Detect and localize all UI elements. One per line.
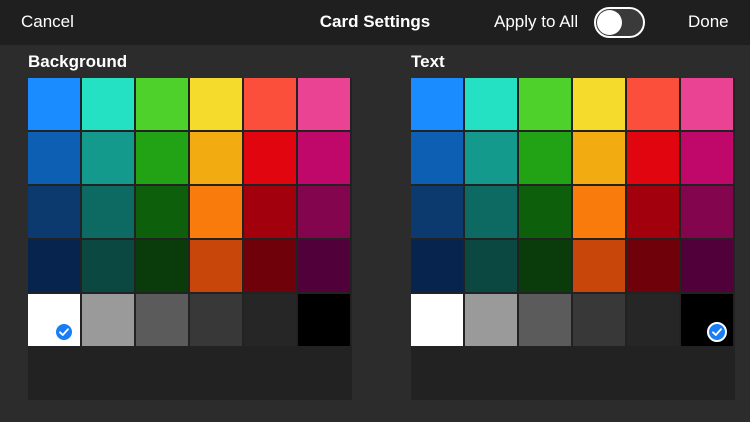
background-color-swatch[interactable] bbox=[28, 132, 80, 184]
text-color-swatch[interactable] bbox=[411, 186, 463, 238]
background-color-swatch[interactable] bbox=[82, 294, 134, 346]
text-color-swatch[interactable] bbox=[411, 294, 463, 346]
text-color-swatch[interactable] bbox=[681, 294, 733, 346]
toggle-knob bbox=[597, 10, 622, 35]
text-color-swatch[interactable] bbox=[627, 132, 679, 184]
background-color-swatch[interactable] bbox=[244, 240, 296, 292]
background-color-swatch[interactable] bbox=[298, 294, 350, 346]
text-color-swatch[interactable] bbox=[573, 132, 625, 184]
background-color-swatch[interactable] bbox=[298, 78, 350, 130]
text-color-swatch[interactable] bbox=[411, 78, 463, 130]
background-color-swatch[interactable] bbox=[136, 294, 188, 346]
navigation-bar: Cancel Card Settings Apply to All Done bbox=[0, 0, 750, 45]
background-color-swatch[interactable] bbox=[136, 78, 188, 130]
text-color-swatch[interactable] bbox=[411, 240, 463, 292]
text-color-swatch[interactable] bbox=[411, 132, 463, 184]
text-color-swatch[interactable] bbox=[519, 186, 571, 238]
background-color-swatch[interactable] bbox=[244, 186, 296, 238]
text-section-label: Text bbox=[411, 52, 445, 71]
text-color-swatch[interactable] bbox=[573, 186, 625, 238]
text-color-swatch[interactable] bbox=[627, 186, 679, 238]
text-color-grid bbox=[411, 78, 735, 346]
background-color-swatch[interactable] bbox=[82, 240, 134, 292]
background-color-panel bbox=[28, 78, 352, 400]
background-color-swatch[interactable] bbox=[190, 132, 242, 184]
text-color-swatch[interactable] bbox=[465, 132, 517, 184]
background-color-swatch[interactable] bbox=[244, 78, 296, 130]
background-color-swatch[interactable] bbox=[82, 78, 134, 130]
text-color-panel bbox=[411, 78, 735, 400]
text-color-swatch[interactable] bbox=[465, 240, 517, 292]
text-color-swatch[interactable] bbox=[681, 132, 733, 184]
text-color-swatch[interactable] bbox=[627, 294, 679, 346]
background-section-label: Background bbox=[28, 52, 128, 71]
text-color-swatch[interactable] bbox=[465, 186, 517, 238]
text-color-swatch[interactable] bbox=[681, 186, 733, 238]
text-color-swatch[interactable] bbox=[627, 240, 679, 292]
text-color-swatch[interactable] bbox=[627, 78, 679, 130]
background-color-swatch[interactable] bbox=[298, 132, 350, 184]
background-color-swatch[interactable] bbox=[136, 186, 188, 238]
checkmark-icon bbox=[54, 322, 74, 342]
text-color-swatch[interactable] bbox=[573, 240, 625, 292]
background-color-swatch[interactable] bbox=[298, 240, 350, 292]
cancel-button[interactable]: Cancel bbox=[21, 12, 74, 32]
text-color-swatch[interactable] bbox=[519, 132, 571, 184]
text-color-swatch[interactable] bbox=[519, 78, 571, 130]
done-button[interactable]: Done bbox=[688, 12, 729, 32]
background-color-swatch[interactable] bbox=[82, 186, 134, 238]
apply-to-all-toggle[interactable] bbox=[594, 7, 645, 38]
background-color-swatch[interactable] bbox=[28, 240, 80, 292]
background-color-swatch[interactable] bbox=[28, 78, 80, 130]
background-color-swatch[interactable] bbox=[82, 132, 134, 184]
text-color-swatch[interactable] bbox=[573, 294, 625, 346]
page-title: Card Settings bbox=[319, 12, 431, 31]
text-color-swatch[interactable] bbox=[519, 294, 571, 346]
background-color-swatch[interactable] bbox=[190, 294, 242, 346]
checkmark-icon bbox=[707, 322, 727, 342]
background-color-swatch[interactable] bbox=[28, 294, 80, 346]
apply-to-all-label: Apply to All bbox=[494, 12, 579, 31]
text-color-swatch[interactable] bbox=[519, 240, 571, 292]
text-color-swatch[interactable] bbox=[681, 78, 733, 130]
background-color-swatch[interactable] bbox=[190, 78, 242, 130]
background-color-grid bbox=[28, 78, 352, 346]
background-color-swatch[interactable] bbox=[244, 132, 296, 184]
background-color-swatch[interactable] bbox=[190, 240, 242, 292]
background-color-swatch[interactable] bbox=[298, 186, 350, 238]
text-color-swatch[interactable] bbox=[465, 294, 517, 346]
background-color-swatch[interactable] bbox=[190, 186, 242, 238]
background-color-swatch[interactable] bbox=[136, 240, 188, 292]
text-color-swatch[interactable] bbox=[465, 78, 517, 130]
text-color-swatch[interactable] bbox=[681, 240, 733, 292]
background-color-swatch[interactable] bbox=[28, 186, 80, 238]
background-color-swatch[interactable] bbox=[136, 132, 188, 184]
text-color-swatch[interactable] bbox=[573, 78, 625, 130]
background-color-swatch[interactable] bbox=[244, 294, 296, 346]
